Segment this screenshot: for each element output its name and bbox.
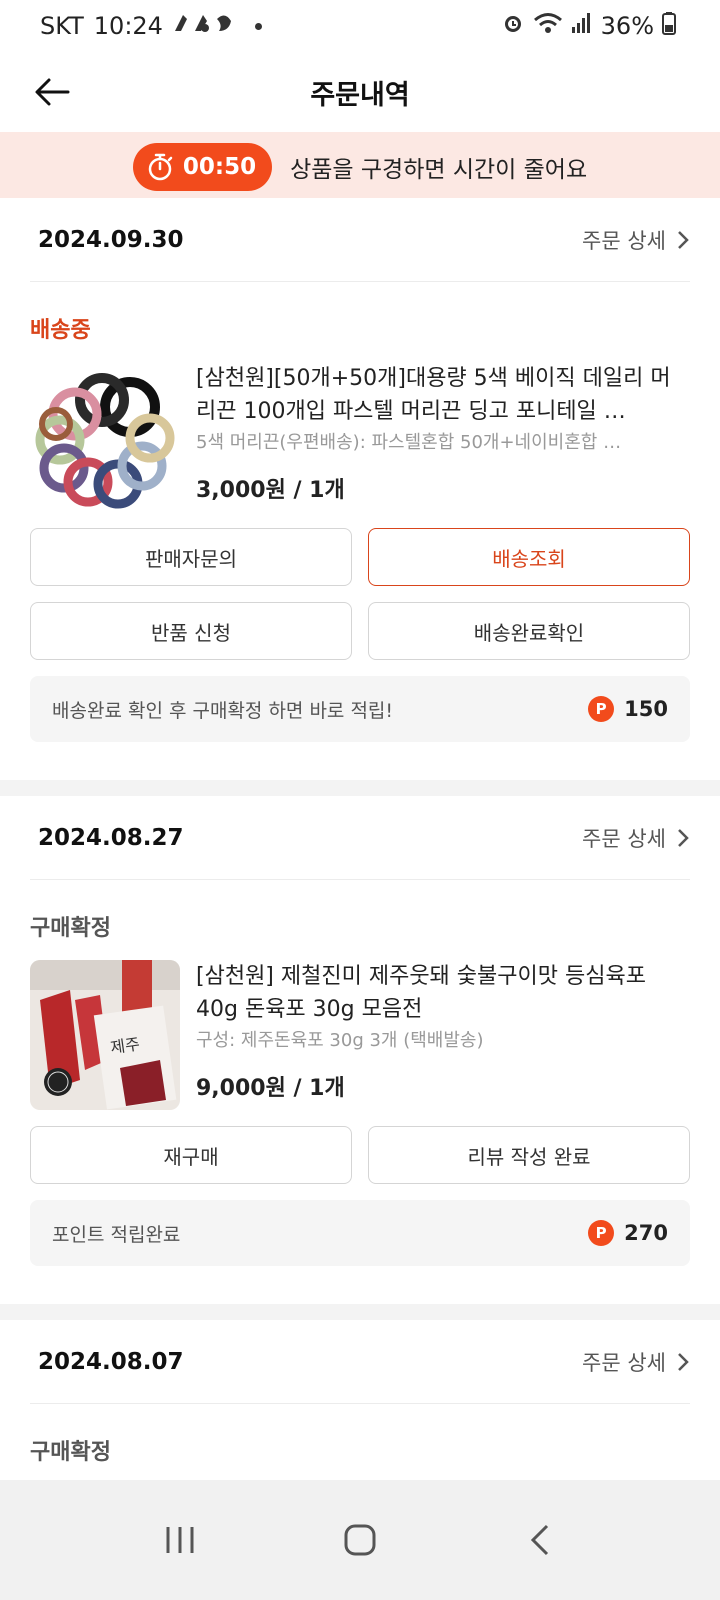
banner-text: 상품을 구경하면 시간이 줄어요 bbox=[290, 157, 588, 183]
home-icon bbox=[344, 1524, 376, 1556]
recent-apps-icon bbox=[166, 1527, 194, 1553]
section-divider bbox=[0, 1304, 720, 1320]
order-detail-label: 주문 상세 bbox=[582, 228, 666, 253]
timer-banner[interactable]: 00:50 상품을 구경하면 시간이 줄어요 bbox=[0, 132, 720, 202]
point-text: 배송완료 확인 후 구매확정 하면 바로 적립! bbox=[52, 699, 394, 722]
recent-apps-button[interactable] bbox=[150, 1510, 210, 1570]
order-card: 2024.08.27 주문 상세 구매확정 제주 [삼천원] 제철진미 제주웃돼… bbox=[0, 796, 720, 1304]
product-item[interactable]: 제주 [삼천원] 제철진미 제주웃돼 숯불구이맛 등심육포 40g 돈육포 30… bbox=[30, 960, 690, 1110]
confirm-delivery-button[interactable]: 배송완료확인 bbox=[368, 602, 690, 660]
seller-inquiry-button[interactable]: 판매자문의 bbox=[30, 528, 352, 586]
product-name: [삼천원][50개+50개]대용량 5색 베이직 데일리 머리끈 100개입 파… bbox=[196, 366, 671, 424]
point-info-box: 배송완료 확인 후 구매확정 하면 바로 적립! P 150 bbox=[30, 676, 690, 742]
return-request-button[interactable]: 반품 신청 bbox=[30, 602, 352, 660]
order-date: 2024.08.27 bbox=[38, 824, 184, 851]
order-card: 2024.09.30 주문 상세 배송중 [삼천원][50개+50개]대용량 5… bbox=[0, 198, 720, 780]
order-detail-link[interactable]: 주문 상세 bbox=[582, 225, 690, 255]
order-card: 2024.08.07 주문 상세 구매확정 bbox=[0, 1320, 720, 1480]
signal-icon bbox=[571, 12, 593, 40]
order-status: 배송중 bbox=[30, 318, 91, 343]
chevron-right-icon bbox=[678, 230, 689, 249]
point-p-icon: P bbox=[588, 1220, 615, 1246]
battery-percent: 36% bbox=[600, 12, 654, 40]
more-notifications-dot bbox=[254, 22, 262, 30]
timer-value: 00:50 bbox=[182, 154, 257, 180]
chevron-right-icon bbox=[678, 1352, 689, 1371]
product-price: 9,000원 / 1개 bbox=[196, 1076, 345, 1101]
home-button[interactable] bbox=[330, 1510, 390, 1570]
back-nav-button[interactable] bbox=[510, 1510, 570, 1570]
order-date: 2024.08.07 bbox=[38, 1348, 184, 1375]
svg-text:제주: 제주 bbox=[109, 1034, 141, 1057]
point-text: 포인트 적립완료 bbox=[52, 1223, 181, 1246]
point-p-icon: P bbox=[588, 696, 615, 722]
order-detail-link[interactable]: 주문 상세 bbox=[582, 823, 690, 853]
clock: 10:24 bbox=[93, 12, 163, 40]
section-divider bbox=[0, 780, 720, 796]
point-info-box: 포인트 적립완료 P 270 bbox=[30, 1200, 690, 1266]
chevron-right-icon bbox=[678, 828, 689, 847]
product-name: [삼천원] 제철진미 제주웃돼 숯불구이맛 등심육포 40g 돈육포 30g 모… bbox=[196, 964, 646, 1022]
product-thumbnail: 제주 bbox=[30, 960, 180, 1110]
product-option: 구성: 제주돈육포 30g 3개 (택배발송) bbox=[196, 1030, 484, 1051]
order-detail-link[interactable]: 주문 상세 bbox=[582, 1347, 690, 1377]
chevron-left-icon bbox=[530, 1524, 549, 1556]
order-header: 2024.09.30 주문 상세 bbox=[30, 198, 690, 282]
carrier-label: SKT bbox=[40, 12, 84, 40]
point-value: 150 bbox=[624, 697, 668, 721]
product-price: 3,000원 / 1개 bbox=[196, 478, 345, 503]
back-button[interactable] bbox=[30, 70, 74, 114]
battery-icon bbox=[662, 11, 676, 41]
page-title: 주문내역 bbox=[310, 79, 410, 111]
review-done-button[interactable]: 리뷰 작성 완료 bbox=[368, 1126, 690, 1184]
point-value: 270 bbox=[624, 1221, 668, 1245]
product-item[interactable]: [삼천원][50개+50개]대용량 5색 베이직 데일리 머리끈 100개입 파… bbox=[30, 362, 690, 512]
status-bar: SKT 10:24 36% bbox=[0, 0, 720, 52]
timer-badge: 00:50 bbox=[132, 143, 273, 191]
product-option: 5색 머리끈(우편배송): 파스텔혼합 50개+네이비혼합 … bbox=[196, 432, 622, 453]
system-nav-bar bbox=[0, 1480, 720, 1600]
product-thumbnail bbox=[30, 362, 180, 512]
wifi-icon bbox=[533, 11, 563, 41]
order-status: 구매확정 bbox=[30, 916, 111, 941]
order-header: 2024.08.07 주문 상세 bbox=[30, 1320, 690, 1404]
stopwatch-icon bbox=[148, 153, 173, 181]
order-date: 2024.09.30 bbox=[38, 226, 184, 253]
reorder-button[interactable]: 재구매 bbox=[30, 1126, 352, 1184]
order-detail-label: 주문 상세 bbox=[582, 826, 666, 851]
order-status: 구매확정 bbox=[30, 1440, 111, 1465]
app-header: 주문내역 bbox=[0, 52, 720, 132]
alarm-icon bbox=[501, 11, 525, 41]
track-shipping-button[interactable]: 배송조회 bbox=[368, 528, 690, 586]
notification-icon bbox=[173, 11, 237, 41]
order-detail-label: 주문 상세 bbox=[582, 1350, 666, 1375]
arrow-left-icon bbox=[35, 78, 70, 106]
order-header: 2024.08.27 주문 상세 bbox=[30, 796, 690, 880]
